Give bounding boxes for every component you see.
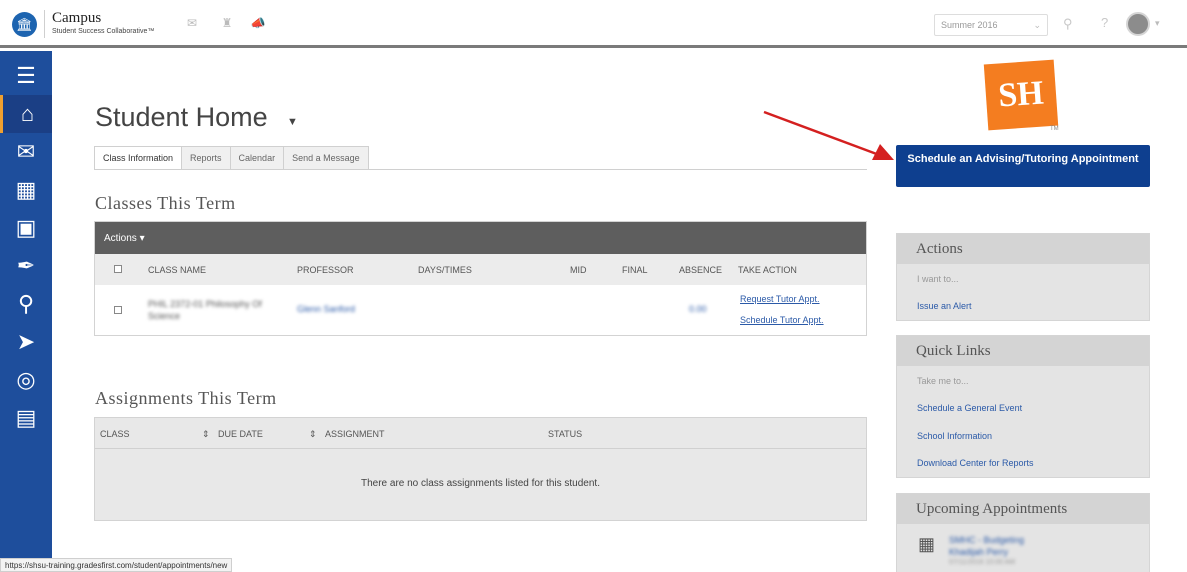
upcoming-appointments-widget: Upcoming Appointments ▦ SMHC - Budgeting… (896, 493, 1150, 572)
megaphone-icon[interactable]: 📣 (250, 16, 266, 30)
select-all-checkbox[interactable] (114, 265, 122, 273)
home-icon[interactable]: ⌂ (0, 95, 52, 133)
pin-icon[interactable]: ✒ (0, 247, 52, 285)
col-class[interactable]: CLASS (100, 429, 130, 439)
col-days-times[interactable]: DAYS/TIMES (418, 265, 472, 275)
table-header: CLASS NAME PROFESSOR DAYS/TIMES MID FINA… (95, 254, 866, 285)
brand-title[interactable]: Campus (52, 10, 101, 27)
caret-down-icon[interactable]: ▼ (287, 116, 298, 128)
actions-label: Actions (104, 233, 137, 244)
notes-icon[interactable]: ▤ (0, 399, 52, 437)
schedule-tutor-link[interactable]: Schedule Tutor Appt. (740, 315, 824, 325)
folder-icon[interactable]: ▣ (0, 209, 52, 247)
actions-widget-title: Actions (897, 234, 1149, 264)
request-tutor-link[interactable]: Request Tutor Appt. (740, 294, 820, 304)
mail-icon[interactable]: ✉ (0, 133, 52, 171)
col-mid[interactable]: MID (570, 265, 587, 275)
sort-icon[interactable]: ⇕ (309, 429, 317, 440)
schedule-general-event-link[interactable]: Schedule a General Event (917, 403, 1022, 413)
col-status[interactable]: STATUS (548, 429, 582, 439)
classes-table: Actions ▾ CLASS NAME PROFESSOR DAYS/TIME… (94, 221, 867, 336)
actions-dropdown[interactable]: Actions ▾ (95, 222, 866, 254)
app-root: 🏛 Campus Student Success Collaborative™ … (0, 0, 1187, 572)
menu-icon[interactable]: ☰ (0, 57, 52, 95)
schedule-appointment-button[interactable]: Schedule an Advising/Tutoring Appointmen… (896, 145, 1150, 187)
search-icon[interactable]: ⚲ (1063, 16, 1073, 32)
classes-section-title: Classes This Term (95, 193, 236, 213)
appointment-advisor: Khadijah Perry (949, 547, 1009, 557)
school-information-link[interactable]: School Information (917, 431, 992, 441)
quick-links-title: Quick Links (897, 336, 1149, 366)
shsu-logo: SH (983, 59, 1059, 131)
row-checkbox[interactable] (114, 306, 122, 314)
tab-bar: Class Information Reports Calendar Send … (94, 146, 369, 170)
col-professor[interactable]: PROFESSOR (297, 265, 354, 275)
person-icon[interactable]: ♜ (219, 16, 235, 30)
calendar-icon: ▦ (918, 534, 936, 554)
table-row: PHIL 2372-01 Philosophy Of Science Glenn… (95, 285, 866, 335)
tab-send-message[interactable]: Send a Message (284, 146, 369, 170)
actions-widget-subtitle: I want to... (917, 274, 959, 284)
quick-links-subtitle: Take me to... (917, 376, 969, 386)
tab-baseline (94, 169, 867, 170)
download-center-link[interactable]: Download Center for Reports (917, 458, 1034, 468)
col-due-date[interactable]: DUE DATE (218, 429, 263, 439)
professor-link[interactable]: Glenn Sanford (297, 304, 355, 314)
caret-down-icon: ▾ (139, 233, 145, 244)
calendar-icon[interactable]: ▦ (0, 171, 52, 209)
megaphone-icon[interactable]: ➤ (0, 323, 52, 361)
appointment-time: 07/11/2016 10:00 AM (949, 559, 1016, 566)
help-icon[interactable]: ? (1101, 15, 1108, 30)
brand-subtitle: Student Success Collaborative™ (52, 28, 155, 35)
col-assignment[interactable]: ASSIGNMENT (325, 429, 385, 439)
class-name-cell: PHIL 2372-01 Philosophy Of Science (148, 299, 262, 321)
tab-reports[interactable]: Reports (182, 146, 231, 170)
avatar[interactable] (1126, 12, 1150, 36)
campus-logo-icon[interactable]: 🏛 (12, 12, 37, 37)
side-nav: ☰ ⌂ ✉ ▦ ▣ ✒ ⚲ ➤ ◎ ▤ (0, 51, 52, 572)
actions-widget: Actions I want to... Issue an Alert (896, 233, 1150, 321)
col-final[interactable]: FINAL (622, 265, 648, 275)
status-bar-url: https://shsu-training.gradesfirst.com/st… (0, 558, 233, 572)
page-title: Student Home (95, 102, 268, 132)
upcoming-title: Upcoming Appointments (897, 494, 1149, 524)
issue-alert-link[interactable]: Issue an Alert (917, 301, 972, 311)
red-arrow-annotation (763, 110, 894, 160)
col-class-name[interactable]: CLASS NAME (148, 265, 206, 275)
empty-message: There are no class assignments listed fo… (360, 478, 600, 489)
tab-calendar[interactable]: Calendar (230, 146, 285, 170)
absence-link[interactable]: 0.00 (689, 304, 707, 314)
term-select[interactable]: Summer 2016 ⌄ (934, 14, 1048, 36)
chevron-down-icon: ⌄ (1033, 20, 1041, 30)
term-select-value: Summer 2016 (941, 20, 998, 30)
col-take-action[interactable]: TAKE ACTION (738, 265, 797, 275)
assignments-section-title: Assignments This Term (95, 388, 277, 408)
tab-class-information[interactable]: Class Information (94, 146, 183, 170)
top-bar: 🏛 Campus Student Success Collaborative™ … (0, 0, 1187, 48)
mail-icon[interactable]: ✉ (184, 16, 200, 30)
chevron-down-icon[interactable]: ▾ (1155, 18, 1160, 29)
search-icon[interactable]: ⚲ (0, 285, 52, 323)
assignments-table: CLASS ⇕ DUE DATE ⇕ ASSIGNMENT STATUS The… (94, 417, 867, 521)
col-absence[interactable]: ABSENCE (679, 265, 722, 275)
appointment-link[interactable]: SMHC - Budgeting (949, 535, 1024, 545)
sort-icon[interactable]: ⇕ (202, 429, 210, 440)
trademark-mark: TM (1050, 126, 1059, 132)
table-header: CLASS ⇕ DUE DATE ⇕ ASSIGNMENT STATUS (95, 418, 866, 449)
logo-divider (44, 10, 45, 38)
pulse-icon[interactable]: ◎ (0, 361, 52, 399)
quick-links-widget: Quick Links Take me to... Schedule a Gen… (896, 335, 1150, 478)
